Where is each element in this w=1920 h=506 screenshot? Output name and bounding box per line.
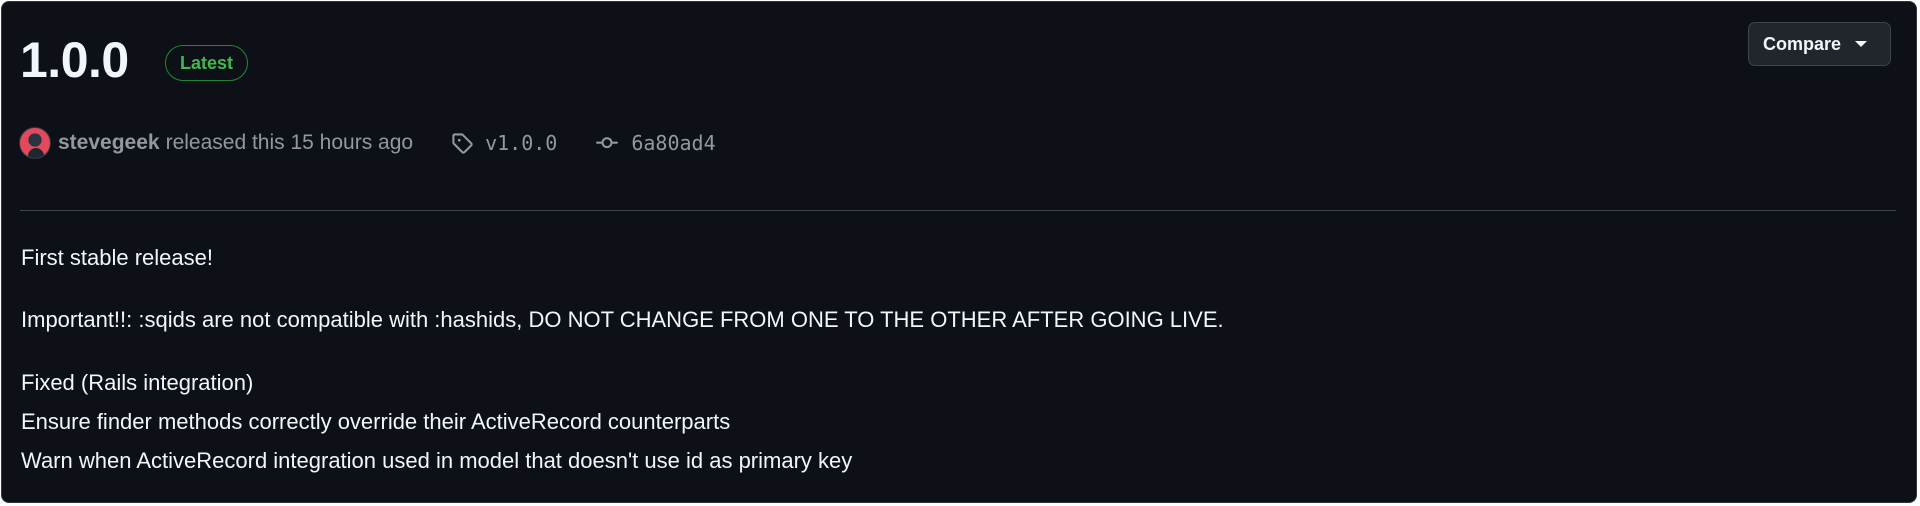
fixed-heading: Fixed (Rails integration)	[21, 370, 254, 395]
git-commit-icon	[595, 132, 619, 154]
latest-badge: Latest	[165, 45, 249, 81]
release-title[interactable]: 1.0.0	[20, 30, 129, 90]
important-note: Important!!: :sqids are not compatible w…	[21, 307, 1224, 332]
released-time: released this 15 hours ago	[165, 131, 414, 154]
compare-label: Compare	[1763, 33, 1842, 54]
release-card: 1.0.0 Latest Compare stevegeek released …	[1, 1, 1917, 503]
fixed-item: Warn when ActiveRecord integration used …	[21, 448, 853, 473]
divider	[20, 210, 1896, 211]
release-intro: First stable release!	[21, 245, 213, 270]
tag-icon	[451, 132, 473, 154]
avatar[interactable]	[19, 127, 51, 159]
tag-link[interactable]: v1.0.0	[485, 131, 557, 155]
commit-link[interactable]: 6a80ad4	[631, 131, 715, 155]
release-meta: stevegeek released this 15 hours ago v1.…	[19, 126, 716, 160]
triangle-down-icon	[1855, 41, 1868, 47]
compare-button[interactable]: Compare	[1748, 22, 1891, 66]
author-link[interactable]: stevegeek	[58, 131, 160, 155]
fixed-item: Ensure finder methods correctly override…	[21, 409, 731, 434]
